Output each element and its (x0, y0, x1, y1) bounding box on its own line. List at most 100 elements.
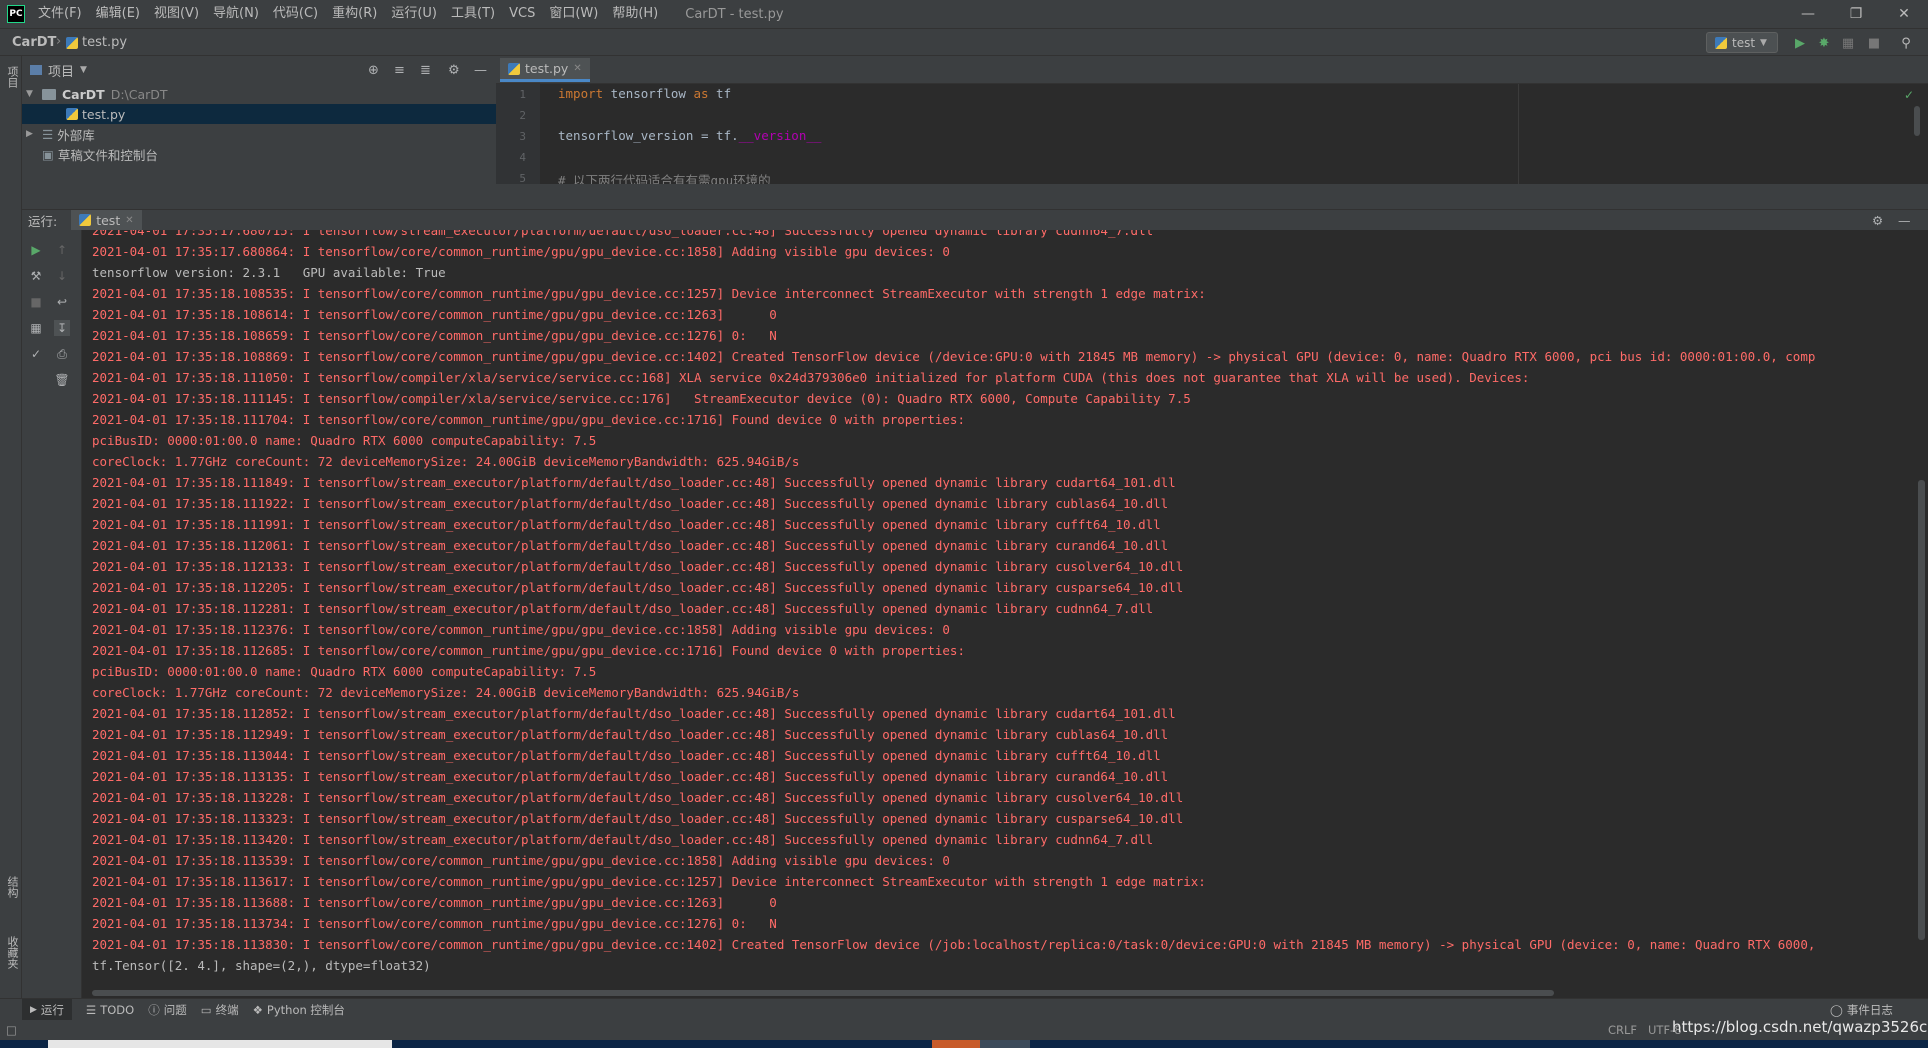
close-window-button[interactable]: ✕ (1880, 0, 1928, 28)
menu-edit[interactable]: 编辑(E) (89, 0, 147, 28)
breadcrumb-file-label: test.py (82, 35, 128, 50)
menu-tools[interactable]: 工具(T) (444, 0, 502, 28)
console-line: 2021-04-01 17:35:17.680715: I tensorflow… (92, 230, 1154, 238)
status-layout-icon[interactable]: □ (6, 1023, 17, 1037)
scratch-icon: ▣ (42, 146, 54, 162)
console-line: 2021-04-01 17:35:18.108869: I tensorflow… (92, 349, 1816, 364)
project-panel-header: 项目 ▼ ⊕ ≡ ≣ ⚙ — (22, 56, 496, 84)
tool-tab-label: Python 控制台 (266, 1002, 345, 1017)
tool-tab-todo[interactable]: ☰ TODO (86, 1003, 134, 1017)
print-icon[interactable]: ⎙ (54, 346, 70, 362)
gear-icon[interactable]: ⚙ (1872, 213, 1883, 228)
panel-splitter[interactable] (22, 184, 1928, 210)
tree-item-project-root[interactable]: ▼ CarDT D:\CarDT (22, 84, 496, 104)
layout-icon[interactable]: ▦ (28, 320, 44, 336)
console-line: tensorflow version: 2.3.1 GPU available:… (92, 265, 446, 280)
line-number: 3 (519, 130, 526, 143)
tree-item-scratches[interactable]: ▣ 草稿文件和控制台 (22, 144, 496, 164)
structure-tool-tab[interactable]: 结构 (4, 876, 20, 898)
status-bar: □ CRLF UTF-8 (0, 1020, 1928, 1040)
run-icon[interactable]: ▶ (1792, 35, 1808, 51)
chevron-right-icon[interactable]: ▶ (26, 129, 38, 139)
project-tool-tab[interactable]: 项目 (4, 66, 20, 88)
chevron-down-icon[interactable]: ▼ (80, 65, 87, 75)
search-icon[interactable]: ⚲ (1898, 35, 1914, 51)
scroll-to-end-icon[interactable]: ↧ (54, 320, 70, 336)
favorites-tool-tab[interactable]: 收藏夹 (4, 936, 20, 969)
window-controls: — ❐ ✕ (1784, 0, 1928, 28)
info-icon: ⓘ (148, 1002, 160, 1017)
taskbar-app-icon[interactable] (932, 1040, 980, 1048)
stop-icon[interactable]: ■ (1866, 35, 1882, 51)
line-number: 2 (519, 109, 526, 122)
soft-wrap-icon[interactable]: ↩ (54, 294, 70, 310)
close-tab-icon[interactable]: ✕ (573, 63, 581, 74)
project-panel-title[interactable]: 项目 (48, 61, 74, 80)
locate-icon[interactable]: ⊕ (368, 63, 379, 78)
maximize-button[interactable]: ❐ (1832, 0, 1880, 28)
code-line: tensorflow_version = tf.__version__ (558, 128, 821, 143)
event-log-icon: ◯ (1830, 1002, 1843, 1017)
menu-code[interactable]: 代码(C) (266, 0, 325, 28)
tool-tab-terminal[interactable]: ▭ 终端 (201, 1002, 239, 1018)
tree-item-external-libs[interactable]: ▶ ☰ 外部库 (22, 124, 496, 144)
pin-icon[interactable]: ✓ (28, 346, 44, 362)
trash-icon[interactable]: 🗑 (54, 372, 70, 388)
gear-icon[interactable]: ⚙ (448, 63, 460, 78)
menu-file[interactable]: 文件(F) (31, 0, 89, 28)
hide-panel-icon[interactable]: — (474, 63, 487, 78)
code-text: tf (708, 86, 732, 101)
scrollbar-thumb[interactable] (1918, 480, 1925, 940)
collapse-all-icon[interactable]: ≣ (420, 63, 431, 78)
menu-run[interactable]: 运行(U) (384, 0, 444, 28)
chevron-down-icon[interactable]: ▼ (26, 89, 38, 99)
tree-item-label: 外部库 (57, 127, 95, 143)
run-tab-test[interactable]: test ✕ (71, 210, 142, 230)
tool-tab-python-console[interactable]: ❖ Python 控制台 (253, 1002, 345, 1018)
menu-navigate[interactable]: 导航(N) (206, 0, 266, 28)
tool-tab-run[interactable]: ▶ 运行 (22, 998, 72, 1021)
editor-tab-test-py[interactable]: test.py ✕ (500, 58, 590, 82)
run-config-selector[interactable]: test ▼ (1706, 32, 1778, 53)
close-tab-icon[interactable]: ✕ (125, 215, 133, 226)
down-arrow-icon[interactable]: ↓ (54, 268, 70, 284)
rerun-icon[interactable]: ▶ (28, 242, 44, 258)
taskbar-search-box[interactable] (48, 1040, 392, 1048)
line-number: 5 (519, 172, 526, 184)
taskbar-app-icon[interactable] (980, 1040, 1030, 1048)
console-line: 2021-04-01 17:35:18.108535: I tensorflow… (92, 286, 1206, 301)
menu-refactor[interactable]: 重构(R) (325, 0, 384, 28)
project-panel: 项目 ▼ ⊕ ≡ ≣ ⚙ — ▼ CarDT D:\CarDT test.py … (22, 56, 496, 204)
stop-icon[interactable]: ■ (28, 294, 44, 310)
tree-item-test-py[interactable]: test.py (22, 104, 496, 124)
tool-tab-problems[interactable]: ⓘ 问题 (148, 1002, 187, 1018)
code-editor[interactable]: 1 2 3 4 5 import tensorflow as tf tensor… (496, 84, 1928, 184)
editor-tab-label: test.py (525, 61, 569, 76)
coverage-icon[interactable]: ▦ (1840, 35, 1856, 51)
wrench-icon[interactable]: ⚒ (28, 268, 44, 284)
expand-all-icon[interactable]: ≡ (394, 63, 405, 78)
breadcrumb-file[interactable]: test.py (66, 35, 127, 50)
console-horizontal-scrollbar[interactable] (82, 988, 1912, 998)
console-vertical-scrollbar[interactable] (1914, 230, 1928, 990)
menu-help[interactable]: 帮助(H) (605, 0, 665, 28)
breadcrumb-project[interactable]: CarDT (12, 35, 56, 50)
hide-panel-icon[interactable]: — (1898, 213, 1911, 228)
up-arrow-icon[interactable]: ↑ (54, 242, 70, 258)
line-separator-indicator[interactable]: CRLF (1608, 1023, 1637, 1037)
console-line: 2021-04-01 17:35:18.113323: I tensorflow… (92, 811, 1184, 826)
debug-icon[interactable]: ✸ (1816, 35, 1832, 51)
scrollbar-thumb[interactable] (92, 990, 1554, 996)
menu-view[interactable]: 视图(V) (147, 0, 206, 28)
menu-window[interactable]: 窗口(W) (542, 0, 605, 28)
tool-tab-label: TODO (100, 1002, 135, 1017)
console-line: 2021-04-01 17:35:18.112061: I tensorflow… (92, 538, 1169, 553)
console-output[interactable]: 2021-04-01 17:35:17.680715: I tensorflow… (82, 230, 1912, 990)
tool-tab-event-log[interactable]: ◯ 事件日志 (1830, 1002, 1893, 1018)
minimize-button[interactable]: — (1784, 0, 1832, 28)
editor-scrollbar-thumb[interactable] (1914, 106, 1920, 136)
python-file-icon (66, 36, 78, 49)
console-line: coreClock: 1.77GHz coreCount: 72 deviceM… (92, 685, 800, 700)
run-config-label: test (1732, 35, 1756, 50)
menu-vcs[interactable]: VCS (502, 0, 542, 28)
